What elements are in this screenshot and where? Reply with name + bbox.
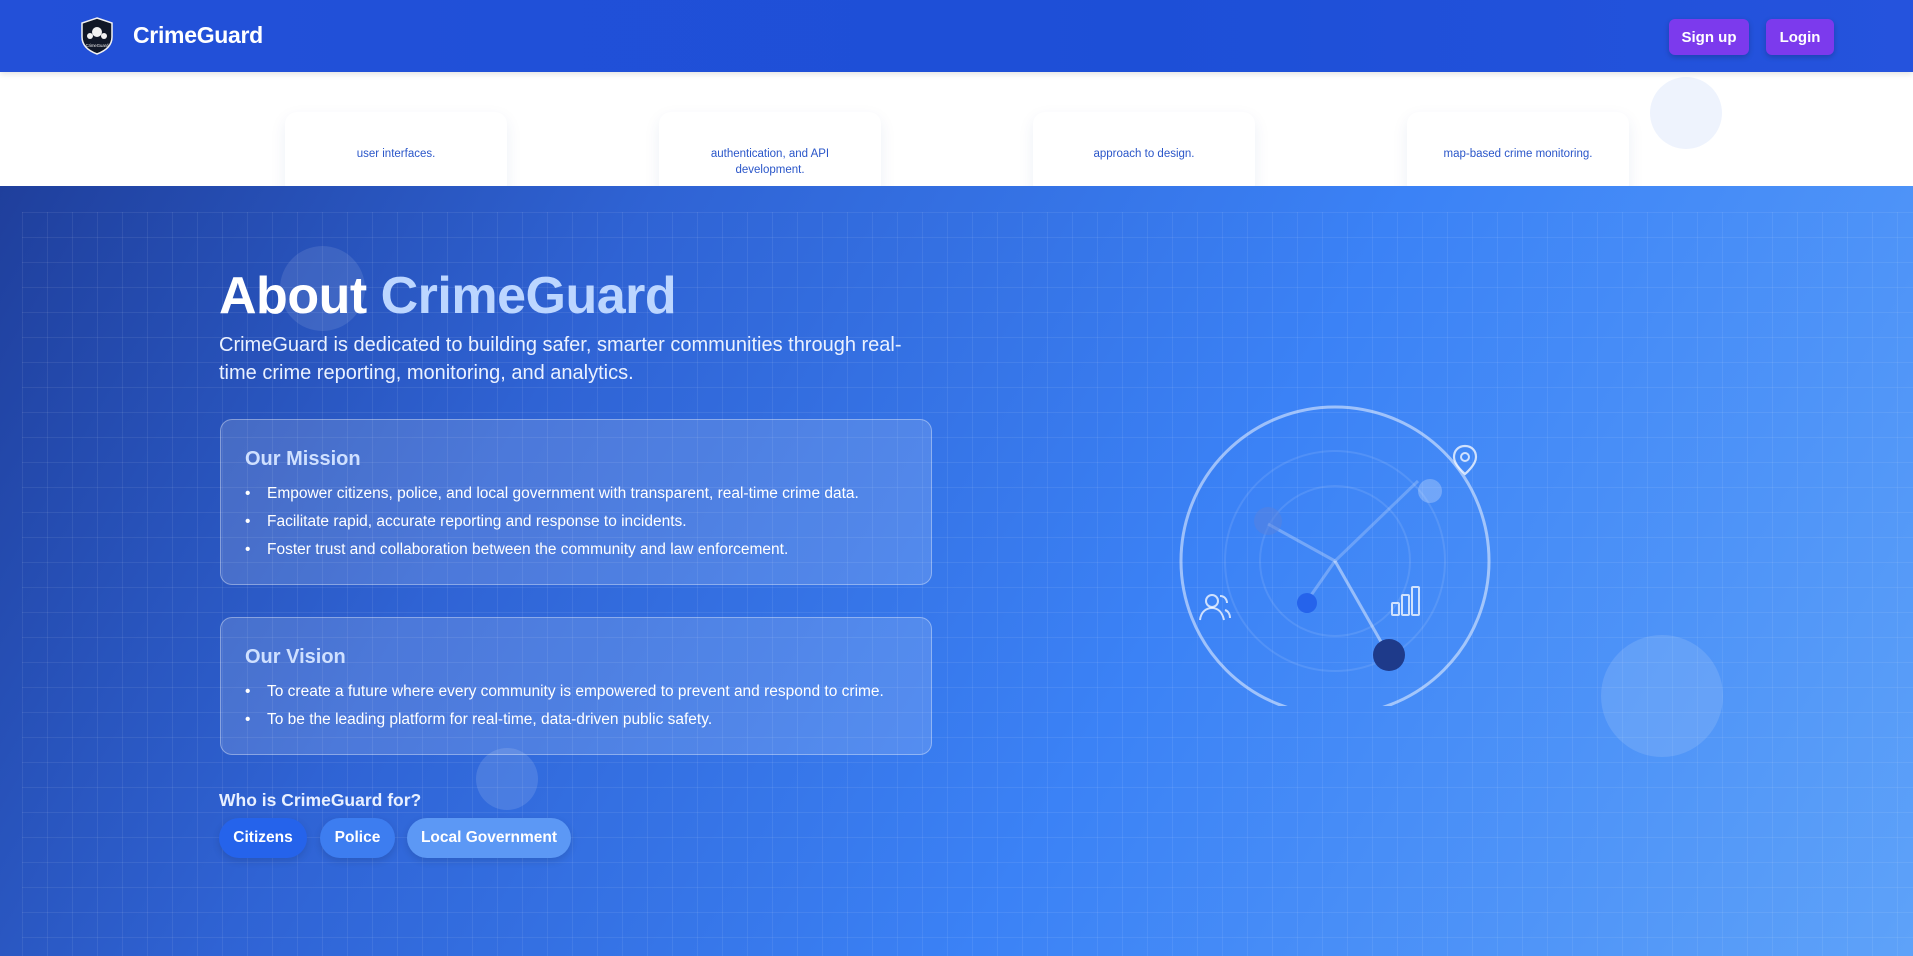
- feature-card-text: map-based crime monitoring.: [1443, 148, 1593, 160]
- vision-list: To create a future where every community…: [245, 678, 884, 734]
- users-icon: [1199, 594, 1231, 621]
- brand-name[interactable]: CrimeGuard: [133, 22, 263, 49]
- mission-list: Empower citizens, police, and local gove…: [245, 480, 859, 564]
- decorative-bubble: [476, 748, 538, 810]
- about-title-highlight: CrimeGuard: [380, 267, 677, 325]
- bar-chart-icon: [1391, 586, 1420, 616]
- vision-heading: Our Vision: [245, 646, 346, 668]
- signup-button[interactable]: Sign up: [1669, 19, 1749, 55]
- mission-heading: Our Mission: [245, 448, 361, 470]
- mission-item: Empower citizens, police, and local gove…: [245, 480, 859, 508]
- mission-item: Facilitate rapid, accurate reporting and…: [245, 508, 859, 536]
- audience-pill-police[interactable]: Police: [320, 818, 395, 858]
- audience-pill-citizens[interactable]: Citizens: [219, 818, 307, 858]
- vision-item: To create a future where every community…: [245, 678, 884, 706]
- vision-item: To be the leading platform for real-time…: [245, 706, 884, 734]
- feature-card-text: authentication, and API development.: [710, 148, 830, 176]
- about-description: CrimeGuard is dedicated to building safe…: [219, 334, 902, 384]
- audience-pill-local-government[interactable]: Local Government: [407, 818, 571, 858]
- feature-card-text: approach to design.: [1093, 148, 1195, 160]
- feature-card-text: user interfaces.: [356, 148, 436, 160]
- mission-item: Foster trust and collaboration between t…: [245, 536, 859, 564]
- about-title-prefix: About: [219, 267, 367, 325]
- decorative-bubble: [1601, 635, 1723, 757]
- vision-card: Our Vision To create a future where ever…: [220, 617, 932, 755]
- feature-card: user interfaces.: [285, 112, 507, 196]
- radar-illustration: [1179, 405, 1491, 706]
- shield-logo-icon[interactable]: CrimeGuard: [80, 17, 114, 55]
- feature-card: approach to design.: [1033, 112, 1255, 196]
- mission-card: Our Mission Empower citizens, police, an…: [220, 419, 932, 585]
- audience-heading: Who is CrimeGuard for?: [219, 790, 422, 810]
- decorative-circle: [1650, 77, 1722, 149]
- logo-text: CrimeGuard: [86, 43, 109, 48]
- about-section: About CrimeGuard CrimeGuard is dedicated…: [0, 186, 1913, 956]
- feature-card: authentication, and API development.: [659, 112, 881, 196]
- top-navbar: CrimeGuard CrimeGuard Sign up Login: [0, 0, 1913, 72]
- feature-card: map-based crime monitoring.: [1407, 112, 1629, 196]
- about-title: About CrimeGuard: [219, 266, 677, 326]
- features-section-partial: user interfaces. authentication, and API…: [0, 72, 1913, 196]
- login-button[interactable]: Login: [1766, 19, 1834, 55]
